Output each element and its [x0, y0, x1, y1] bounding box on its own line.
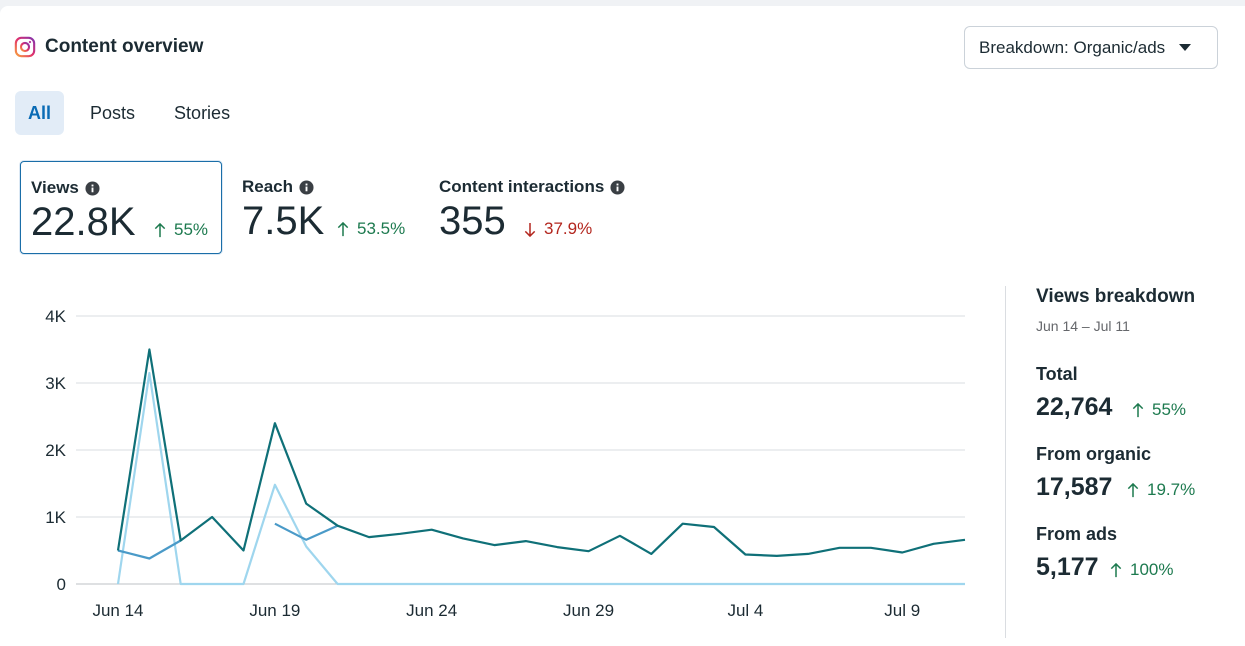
x-tick-label: Jun 24	[406, 601, 457, 620]
x-tick-label: Jun 29	[563, 601, 614, 620]
caret-down-icon	[1179, 44, 1192, 51]
content-overview-card: Content overview Breakdown: Organic/ads …	[0, 6, 1245, 646]
breakdown-value-organic: 17,587	[1036, 473, 1113, 501]
x-tick-label: Jul 9	[884, 601, 920, 620]
breakdown-change-organic: 19.7%	[1127, 480, 1195, 500]
breakdown-change-value: 100%	[1130, 560, 1174, 579]
panel-title: Views breakdown	[1036, 286, 1196, 307]
y-tick-label: 4K	[45, 307, 66, 326]
breakdown-value-total: 22,764	[1036, 393, 1113, 421]
breakdown-dropdown[interactable]: Breakdown: Organic/ads	[964, 26, 1218, 69]
panel-divider	[1005, 286, 1006, 638]
breakdown-value-ads: 5,177	[1036, 553, 1099, 581]
y-tick-label: 3K	[45, 374, 66, 393]
y-tick-label: 1K	[45, 508, 66, 527]
series-line-total	[116, 348, 966, 558]
views-line-chart: 0 1K 2K 3K 4K Jun 14 Jun 19 Jun 24 Jun 29 Jul 4 Ju…	[45, 307, 966, 620]
y-tick-label: 0	[57, 575, 66, 594]
series-line-ads	[116, 371, 965, 586]
breakdown-dropdown-label: Breakdown: Organic/ads	[979, 37, 1166, 57]
arrow-up-icon	[1132, 402, 1144, 417]
breakdown-label-ads: From ads	[1036, 524, 1118, 544]
x-tick-label: Jun 19	[249, 601, 300, 620]
breakdown-change-value: 19.7%	[1147, 480, 1196, 499]
date-range: Jun 14 – Jul 11	[1036, 318, 1130, 334]
arrow-up-icon	[1127, 482, 1139, 497]
breakdown-change-value: 55%	[1152, 400, 1187, 419]
breakdown-label-total: Total	[1036, 364, 1078, 384]
series-line-organic	[117, 539, 182, 560]
arrow-up-icon	[1110, 562, 1122, 577]
breakdown-label-organic: From organic	[1036, 444, 1152, 464]
series-line-organic	[274, 522, 339, 541]
breakdown-change-ads: 100%	[1110, 560, 1173, 580]
y-tick-label: 2K	[45, 441, 66, 460]
breakdown-change-total: 55%	[1132, 400, 1186, 420]
x-tick-label: Jul 4	[727, 601, 763, 620]
x-tick-label: Jun 14	[92, 601, 143, 620]
